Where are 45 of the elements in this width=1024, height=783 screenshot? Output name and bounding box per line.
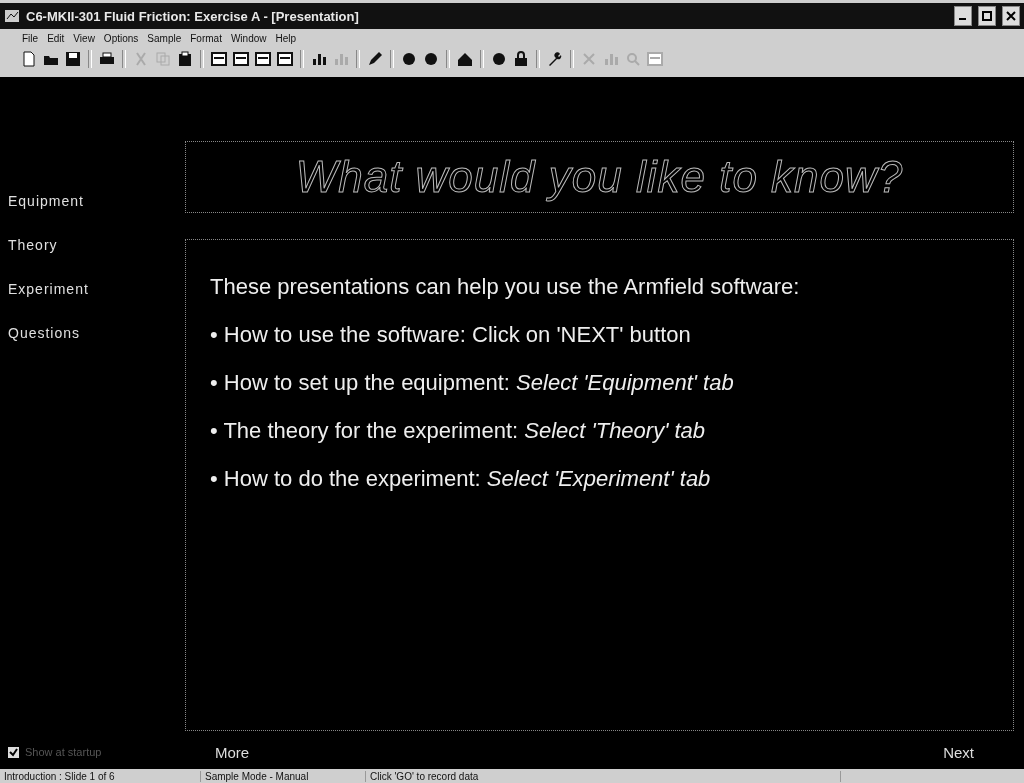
status-text: Introduction : Slide 1 of 6 bbox=[0, 770, 201, 782]
maximize-button[interactable] bbox=[978, 6, 996, 26]
app-icon bbox=[4, 9, 20, 23]
menu-item[interactable]: Format bbox=[190, 32, 222, 44]
menu-item[interactable]: View bbox=[73, 32, 95, 44]
menu-item[interactable]: Options bbox=[103, 32, 139, 44]
bullet-text: • How to set up the equipment: Select 'Equipment' tab bbox=[210, 370, 735, 396]
close-button[interactable] bbox=[1002, 6, 1020, 26]
close-icon bbox=[1006, 11, 1016, 21]
sidebar-tab[interactable]: Equipment bbox=[8, 193, 185, 209]
menu-item[interactable]: Edit bbox=[47, 32, 65, 44]
sidebar-tab[interactable]: Theory bbox=[8, 237, 185, 253]
status-text: Click 'GO' to record data bbox=[366, 770, 841, 782]
maximize-icon bbox=[982, 11, 992, 21]
window-icon[interactable] bbox=[210, 50, 228, 68]
checkbox-label: Show at startup bbox=[25, 746, 102, 758]
window-icon[interactable] bbox=[232, 50, 250, 68]
sidebar-tab[interactable]: Experiment bbox=[8, 281, 185, 297]
save-icon[interactable] bbox=[64, 50, 82, 68]
page-icon[interactable] bbox=[20, 50, 38, 68]
ball-icon[interactable] bbox=[490, 50, 508, 68]
next-button[interactable]: Next bbox=[943, 743, 974, 761]
window-icon[interactable] bbox=[276, 50, 294, 68]
menu-item[interactable]: Sample bbox=[147, 32, 182, 44]
minimize-button[interactable] bbox=[954, 6, 972, 26]
lock-icon[interactable] bbox=[512, 50, 530, 68]
status-text: Sample Mode - Manual bbox=[201, 770, 366, 782]
more-button[interactable]: More bbox=[215, 743, 250, 761]
bullet-text: • The theory for the experiment: Select 'Theory' tab bbox=[210, 418, 707, 444]
bullet-text: • How to use the software: Click on 'NEXT' button bbox=[210, 322, 692, 348]
menu-item[interactable]: Window bbox=[230, 32, 267, 44]
sidebar-tab[interactable]: Questions bbox=[8, 325, 185, 341]
window-icon[interactable] bbox=[254, 50, 272, 68]
window-title: C6-MKII-301 Fluid Friction: Exercise A - [Presentation] bbox=[26, 8, 360, 24]
ball-icon[interactable] bbox=[400, 50, 418, 68]
house-icon[interactable] bbox=[456, 50, 474, 68]
pencil-icon[interactable] bbox=[366, 50, 384, 68]
slide-heading: What would you like to know? bbox=[295, 152, 904, 202]
bullet-text: • How to do the experiment: Select 'Experiment' tab bbox=[210, 466, 712, 492]
menu-item[interactable]: File bbox=[22, 32, 39, 44]
intro-text: These presentations can help you use the Armfield software: bbox=[210, 274, 801, 300]
clipboard-icon[interactable] bbox=[176, 50, 194, 68]
checkbox[interactable] bbox=[8, 746, 19, 758]
ball-icon[interactable] bbox=[422, 50, 440, 68]
menu-item[interactable]: Help bbox=[275, 32, 297, 44]
